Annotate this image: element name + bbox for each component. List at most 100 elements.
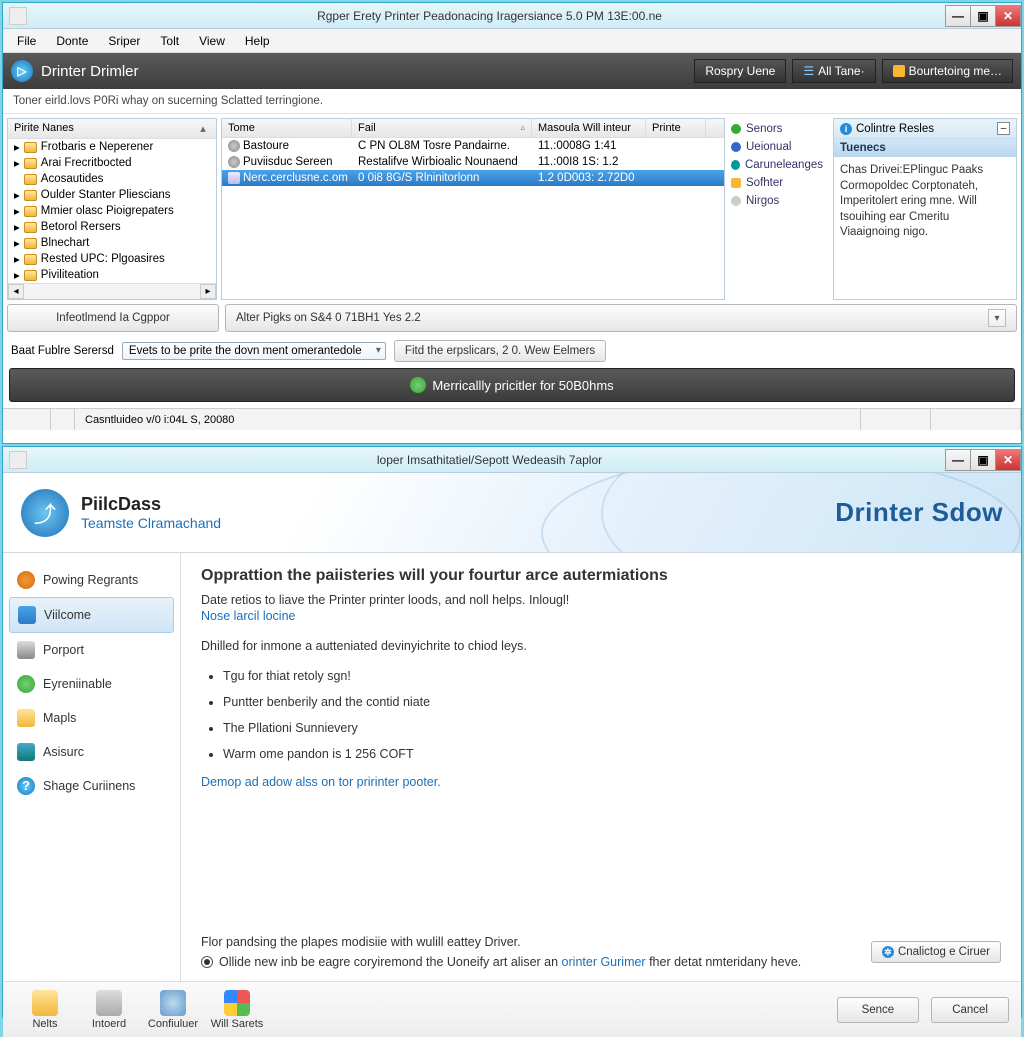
dot-icon	[731, 196, 741, 206]
tree-scrollbar-h[interactable]: ◂▸	[8, 283, 216, 299]
maximize-button[interactable]: ▣	[970, 5, 996, 27]
cat-item[interactable]: Ueionual	[729, 138, 825, 156]
close-button[interactable]: ✕	[995, 5, 1021, 27]
cancel-button[interactable]: Cancel	[931, 997, 1009, 1023]
toolbar: ▷ Drinter Drimler Rospry Uene ☰All Tane·…	[3, 53, 1021, 89]
folder-icon	[24, 190, 37, 201]
brand-logo-icon: ▷	[11, 60, 33, 82]
toolbar-alltime-button[interactable]: ☰All Tane·	[792, 59, 875, 83]
bullet-item: Tgu for thiat retoly sgn!	[223, 663, 1001, 689]
bullet-item: Puntter benberily and the contid niate	[223, 689, 1001, 715]
disc-icon	[96, 990, 122, 1016]
menu-help[interactable]: Help	[235, 34, 280, 48]
folder-icon	[24, 254, 37, 265]
catalog-button[interactable]: ✲Cnalictog e Ciruer	[871, 941, 1001, 963]
warning-icon	[893, 65, 905, 77]
printer-icon	[17, 641, 35, 659]
list-header[interactable]: Tome Fail▵ Masoula Will inteur Printe	[222, 119, 724, 138]
nav-item-mapls[interactable]: Mapls	[9, 701, 174, 735]
more-link[interactable]: Nose larcil locine	[201, 609, 295, 623]
menu-tolt[interactable]: Tolt	[150, 34, 189, 48]
bullet-item: Warm ome pandon is 1 256 COFT	[223, 741, 1001, 767]
nav-item-porport[interactable]: Porport	[9, 633, 174, 667]
status-text: Casntluideo v/0 i:04L S, 20080	[85, 414, 234, 426]
cat-item[interactable]: Nirgos	[729, 192, 825, 210]
hero-header: ⤴ PiilcDass Teamste Clramachand Drinter …	[3, 473, 1021, 553]
events-select[interactable]: Evets to be prite the dovn ment omerante…	[122, 342, 386, 360]
help-icon: ?	[17, 777, 35, 795]
panel-min-button[interactable]: –	[997, 122, 1010, 135]
gear-icon	[228, 156, 240, 168]
tree-list[interactable]: ▸Frotbaris e Neperener ▸Arai Frecritboct…	[8, 139, 216, 283]
page-icon	[228, 172, 240, 184]
window-title: Rgper Erety Printer Peadonacing Iragersi…	[33, 9, 946, 23]
nav-item-powing[interactable]: Powing Regrants	[9, 563, 174, 597]
menu-bar: File Donte Sriper Tolt View Help	[3, 29, 1021, 53]
bullet-item: The Pllationi Sunnievery	[223, 715, 1001, 741]
find-button[interactable]: Fitd the erpslicars, 2 0. Wew Eelmers	[394, 340, 606, 362]
cat-item[interactable]: Caruneleanges	[729, 156, 825, 174]
close-button[interactable]: ✕	[995, 449, 1021, 471]
cat-item[interactable]: Senors	[729, 120, 825, 138]
list-row[interactable]: Bastoure C PN OL8M Tosre Pandairne.11.:0…	[222, 138, 724, 154]
merrically-bar[interactable]: Merricallly pricitler for 50B0hms	[9, 368, 1015, 402]
tree-scroll-up[interactable]: ▴	[196, 122, 210, 135]
tree-header: Pirite Nanes	[14, 122, 74, 135]
maximize-button[interactable]: ▣	[970, 449, 996, 471]
details-tab[interactable]: Tuenecs	[834, 139, 1016, 157]
app-icon	[9, 7, 27, 25]
dot-icon	[731, 142, 741, 152]
menu-donte[interactable]: Donte	[46, 34, 98, 48]
after-pigks-button[interactable]: Alter Pigks on S&4 0 71BH1 Yes 2.2▾	[225, 304, 1017, 332]
list-row-selected[interactable]: Nerc.cerclusne.c.om 0 0i8 8G/S Rlninitor…	[222, 170, 724, 186]
chart-icon	[224, 990, 250, 1016]
tree-item: ▸Mmier olasc Pioigrepaters	[8, 203, 216, 219]
folder-icon	[24, 238, 37, 249]
bullet-list: Tgu for thiat retoly sgn! Puntter benber…	[223, 663, 1001, 767]
info-icon: i	[840, 123, 852, 135]
gear-icon	[228, 140, 240, 152]
titlebar-2[interactable]: loper Imsathitatiel/Sepott Wedeasih 7apl…	[3, 447, 1021, 473]
details-body: Chas Drivei:EPlinguc Paaks Cormopoldec C…	[834, 157, 1016, 247]
ok-button[interactable]: Sence	[837, 997, 920, 1023]
tree-panel: Pirite Nanes ▴ ▸Frotbaris e Neperener ▸Ar…	[7, 118, 217, 300]
leaf-icon	[17, 675, 35, 693]
inline-link[interactable]: orinter Gurimer	[562, 955, 646, 969]
minimize-button[interactable]: —	[945, 5, 971, 27]
infeolment-button[interactable]: Infeotlmend Ia Cgppor	[7, 304, 219, 332]
tree-item: ▸Acosautides	[8, 171, 216, 187]
status-bar: Casntluideo v/0 i:04L S, 20080	[3, 408, 1021, 430]
baat-label: Baat Fublre Serersd	[11, 345, 114, 357]
minimize-button[interactable]: —	[945, 449, 971, 471]
folder-icon	[24, 222, 37, 233]
category-panel: Senors Ueionual Caruneleanges Sofhter Ni…	[725, 114, 829, 304]
folder-icon	[17, 709, 35, 727]
welcome-icon	[18, 606, 36, 624]
menu-view[interactable]: View	[189, 34, 235, 48]
details-panel: iColintre Resles– Tuenecs Chas Drivei:EP…	[833, 118, 1017, 300]
list-row[interactable]: Puviisduc Sereen Restalifve Wirbioalic N…	[222, 154, 724, 170]
filter-icon[interactable]: ▾	[988, 309, 1006, 327]
menu-file[interactable]: File	[7, 34, 46, 48]
brand-label: Drinter Drimler	[41, 63, 139, 80]
nav-item-asisurc[interactable]: Asisurc	[9, 735, 174, 769]
titlebar[interactable]: Rgper Erety Printer Peadonacing Iragersi…	[3, 3, 1021, 29]
nav-item-eyreniinable[interactable]: Eyreniinable	[9, 667, 174, 701]
tree-item: ▸Blnechart	[8, 235, 216, 251]
toolbar-rosy-button[interactable]: Rospry Uene	[694, 59, 786, 83]
menu-sriper[interactable]: Sriper	[98, 34, 150, 48]
footer-toolbar: Nelts Intoerd Confiuluer Will Sarets Sen…	[3, 981, 1021, 1037]
tree-item: ▸Frotbaris e Neperener	[8, 139, 216, 155]
tree-item: ▸Rested UPC: Plgoasires	[8, 251, 216, 267]
dot-icon	[731, 124, 741, 134]
cat-item[interactable]: Sofhter	[729, 174, 825, 192]
folder-icon	[24, 270, 37, 281]
gear-blue-icon: ✲	[882, 946, 894, 958]
toolbar-boutetoing-button[interactable]: Bourtetoing me…	[882, 59, 1013, 83]
folder-icon	[24, 206, 37, 217]
nav-item-shage[interactable]: ?Shage Curiinens	[9, 769, 174, 803]
demo-link[interactable]: Demop ad adow alss on tor pririnter poot…	[201, 775, 1001, 789]
globe-icon	[160, 990, 186, 1016]
folder-icon	[24, 142, 37, 153]
nav-item-vilcome[interactable]: Viilcome	[9, 597, 174, 633]
